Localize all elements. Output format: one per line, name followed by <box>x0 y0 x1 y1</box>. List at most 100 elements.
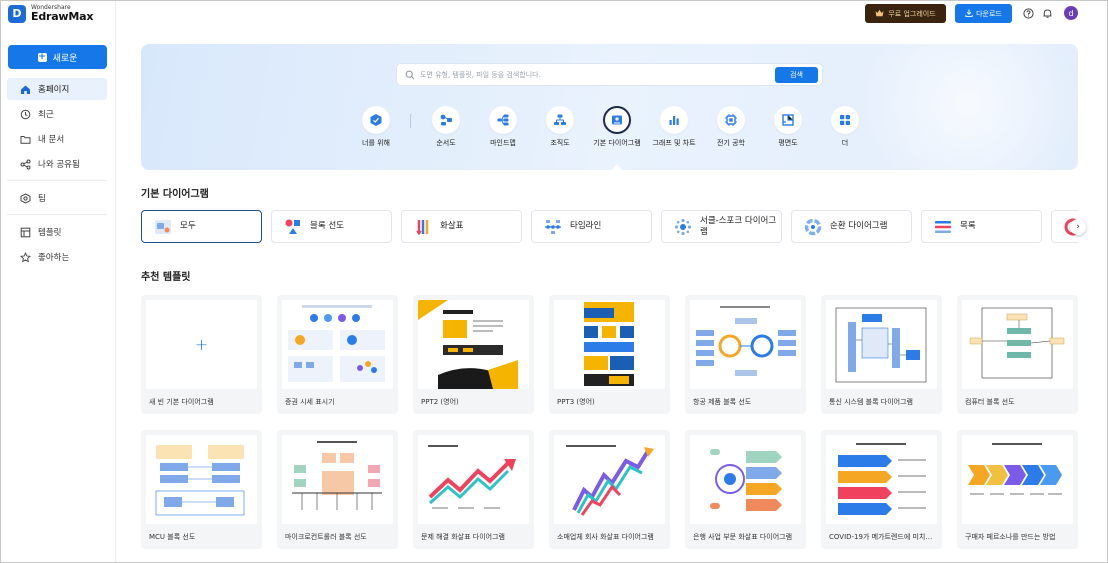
download-button[interactable]: 다운로드 <box>955 4 1012 23</box>
chip-all[interactable]: 모두 <box>141 210 262 243</box>
template-label: 통신 시스템 블록 다이어그램 <box>829 398 913 406</box>
template-thumbnail <box>826 300 937 389</box>
search-button[interactable]: 검색 <box>775 67 818 83</box>
template-card[interactable]: 항공 제품 블록 선도 <box>685 295 806 414</box>
chip-block-diagram[interactable]: 블록 선도 <box>271 210 392 243</box>
basic-diagram-icon <box>603 106 631 134</box>
app-window: D Wondershare EdrawMax + 새로운 홈페이지 최근 내 문… <box>0 0 1108 563</box>
template-card-blank[interactable]: + 새 빈 기본 다이어그램 <box>141 295 262 414</box>
template-thumbnail: + <box>146 300 257 389</box>
app-logo[interactable]: D Wondershare EdrawMax <box>8 4 93 23</box>
template-thumbnail <box>962 300 1073 389</box>
edrawmax-logo-icon: D <box>8 4 26 23</box>
plus-icon: + <box>194 335 209 354</box>
chip-arrows[interactable]: 화살표 <box>401 210 522 243</box>
category-label: 평면도 <box>778 139 798 147</box>
template-label: 문제 해결 화살표 다이어그램 <box>421 533 505 541</box>
arrows-icon <box>414 218 432 236</box>
template-thumbnail <box>554 300 665 389</box>
template-card[interactable]: PPT2 (영어) <box>413 295 534 414</box>
template-thumbnail <box>146 435 257 524</box>
template-card[interactable]: 증권 시세 표시기 <box>277 295 398 414</box>
category-floor-plan[interactable]: 평면도 <box>763 104 813 148</box>
floor-plan-icon <box>774 106 802 134</box>
upgrade-button[interactable]: 무료 업그레이드 <box>865 4 946 23</box>
template-card[interactable]: 문제 해결 화살표 다이어그램 <box>413 430 534 549</box>
category-org-chart[interactable]: 조직도 <box>535 104 585 148</box>
share-icon <box>20 159 31 170</box>
category-label: 마인드맵 <box>490 139 516 147</box>
sidebar-item-team[interactable]: 팀 <box>7 187 107 209</box>
template-card[interactable]: 컴퓨터 블록 선도 <box>957 295 1078 414</box>
sidebar-item-label: 내 문서 <box>38 135 65 145</box>
home-icon <box>20 84 31 95</box>
category-graph-chart[interactable]: 그래프 및 차트 <box>649 104 699 148</box>
chip-timeline[interactable]: 타임라인 <box>531 210 652 243</box>
template-icon <box>20 227 31 238</box>
template-label: 항공 제품 블록 선도 <box>693 398 752 406</box>
template-card[interactable]: 마이크로컨트롤러 블록 선도 <box>277 430 398 549</box>
chip-label: 순환 다이어그램 <box>830 221 888 231</box>
all-types-icon <box>154 218 172 236</box>
section-title-recommended: 추천 템플릿 <box>141 272 191 283</box>
template-card[interactable]: 은행 사업 부문 화살표 다이어그램 <box>685 430 806 549</box>
template-thumbnail <box>418 435 529 524</box>
sidebar-item-my-docs[interactable]: 내 문서 <box>7 128 107 150</box>
new-button[interactable]: + 새로운 <box>8 45 107 69</box>
plus-icon: + <box>37 51 47 62</box>
chip-cycle-diagram[interactable]: 순환 다이어그램 <box>791 210 912 243</box>
brand-name: EdrawMax <box>31 10 94 23</box>
mindmap-icon <box>489 106 517 134</box>
chip-list[interactable]: 목록 <box>921 210 1042 243</box>
template-card[interactable]: 소매업체 회사 화살표 다이어그램 <box>549 430 670 549</box>
template-label: 컴퓨터 블록 선도 <box>965 398 1015 406</box>
crown-icon <box>875 9 884 19</box>
diagram-type-chips: 모두 블록 선도 화살표 타임라인 서클-스포크 다이어그램 순환 다이어그램 … <box>141 210 1078 243</box>
graph-chart-icon <box>660 106 688 134</box>
bell-icon[interactable] <box>1041 7 1053 19</box>
template-card[interactable]: PPT3 (영어) <box>549 295 670 414</box>
sidebar-item-templates[interactable]: 템플릿 <box>7 221 107 243</box>
template-thumbnail <box>282 435 393 524</box>
hero-banner: 검색 너를 위해 순서도 마인드맵 <box>141 44 1078 170</box>
sidebar-item-home[interactable]: 홈페이지 <box>7 78 107 100</box>
chip-label: 화살표 <box>440 221 464 231</box>
upgrade-label: 무료 업그레이드 <box>888 9 936 18</box>
chevron-right-icon: › <box>1076 222 1080 232</box>
category-label: 전기 공학 <box>717 139 745 147</box>
category-bar: 너를 위해 순서도 마인드맵 조직도 기본 다이어그램 그래프 및 차트 전기 … <box>141 104 1078 170</box>
category-electrical[interactable]: 전기 공학 <box>706 104 756 148</box>
sidebar-item-label: 팀 <box>38 194 46 204</box>
sidebar-item-shared[interactable]: 나와 공유됨 <box>7 153 107 175</box>
chip-circle-spoke[interactable]: 서클-스포크 다이어그램 <box>661 210 782 243</box>
template-card[interactable]: COVID-19가 메가트렌드에 미치는 영향 <box>821 430 942 549</box>
chips-scroll-right-button[interactable]: › <box>1070 219 1086 235</box>
avatar[interactable]: d <box>1064 6 1078 20</box>
template-card[interactable]: 통신 시스템 블록 다이어그램 <box>821 295 942 414</box>
template-card[interactable]: MCU 블록 선도 <box>141 430 262 549</box>
template-card[interactable]: 구매자 페르소나를 만드는 방법 <box>957 430 1078 549</box>
chip-label: 타임라인 <box>570 221 602 231</box>
org-chart-icon <box>546 106 574 134</box>
help-icon[interactable] <box>1022 7 1034 19</box>
electrical-icon <box>717 106 745 134</box>
sidebar-divider <box>7 180 107 181</box>
block-diagram-icon <box>284 218 302 236</box>
template-label: COVID-19가 메가트렌드에 미치는 영향 <box>829 533 937 541</box>
team-icon <box>20 192 31 204</box>
sidebar-item-recent[interactable]: 최근 <box>7 103 107 125</box>
sidebar-divider <box>7 214 107 215</box>
category-flowchart[interactable]: 순서도 <box>421 104 471 148</box>
search-input[interactable] <box>420 70 822 79</box>
template-thumbnail <box>554 435 665 524</box>
category-label: 순서도 <box>436 139 456 147</box>
template-label: PPT3 (영어) <box>557 398 595 406</box>
sidebar-item-favorites[interactable]: 좋아하는 <box>7 246 107 268</box>
category-mindmap[interactable]: 마인드맵 <box>478 104 528 148</box>
category-basic-diagram[interactable]: 기본 다이어그램 <box>592 104 642 148</box>
circle-spoke-icon <box>674 218 692 236</box>
clock-icon <box>20 109 31 120</box>
category-for-you[interactable]: 너를 위해 <box>351 104 401 148</box>
active-category-caret <box>611 164 623 171</box>
category-more[interactable]: 더 <box>820 104 870 148</box>
